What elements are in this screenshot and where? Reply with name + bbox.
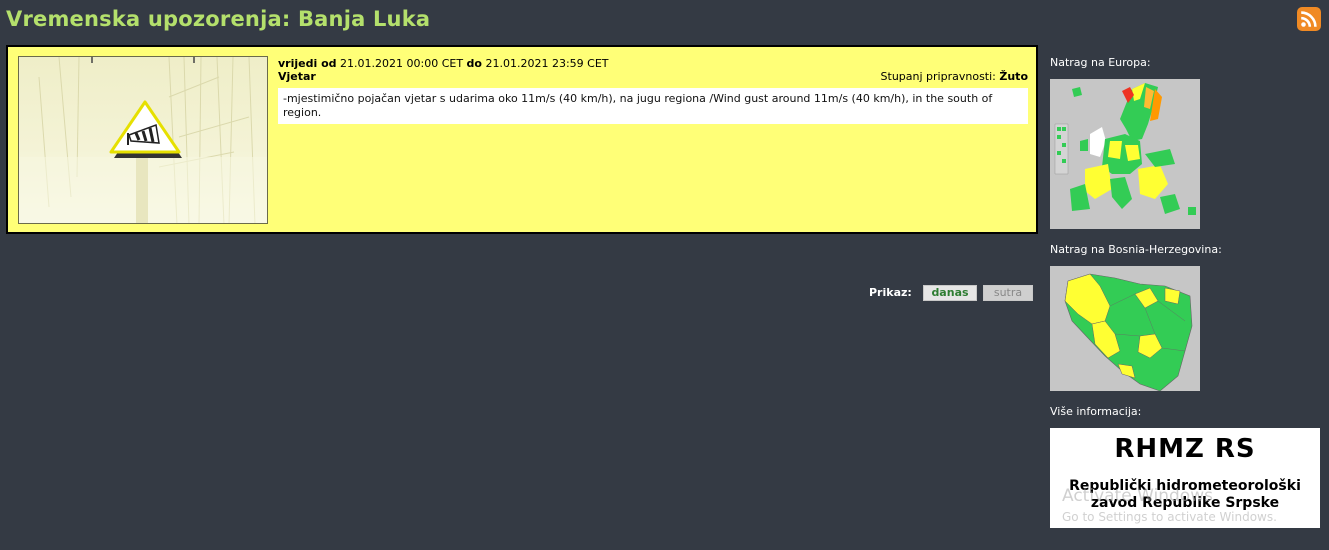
warning-description: -mjestimično pojačan vjetar s udarima ok… [278,88,1028,124]
alert-level-label: Stupanj pripravnosti: [880,70,996,83]
view-label: Prikaz: [869,286,912,299]
alert-level: Stupanj pripravnosti: Žuto [881,70,1028,83]
more-info-label: Više informacija: [1050,405,1142,418]
valid-from: 21.01.2021 00:00 CET [340,57,464,70]
warning-box: vrijedi od 21.01.2021 00:00 CET do 21.01… [6,45,1038,234]
valid-to-label: do [466,57,482,70]
alert-level-value: Žuto [999,70,1028,83]
europe-map[interactable] [1050,79,1200,229]
back-to-bih-label: Natrag na Bosnia-Herzegovina: [1050,243,1222,256]
warning-type: Vjetar [278,70,316,83]
wind-warning-image [18,56,268,224]
valid-to: 21.01.2021 23:59 CET [485,57,609,70]
tomorrow-button[interactable]: sutra [983,285,1033,301]
rss-icon[interactable] [1297,7,1321,31]
rhmz-line1: Republički hidrometeorološki [1069,478,1301,494]
rhmz-rs-link[interactable]: RHMZ RS Republički hidrometeorološki zav… [1050,428,1320,528]
bosnia-herzegovina-map[interactable] [1050,266,1200,391]
rhmz-title: RHMZ RS [1114,434,1256,464]
page-title: Vremenska upozorenja: Banja Luka [6,7,431,31]
valid-from-label: vrijedi od [278,57,337,70]
today-button[interactable]: danas [923,285,977,301]
rhmz-line2: zavod Republike Srpske [1090,495,1280,511]
validity-period: vrijedi od 21.01.2021 00:00 CET do 21.01… [278,57,1028,70]
back-to-europe-label: Natrag na Europa: [1050,56,1151,69]
